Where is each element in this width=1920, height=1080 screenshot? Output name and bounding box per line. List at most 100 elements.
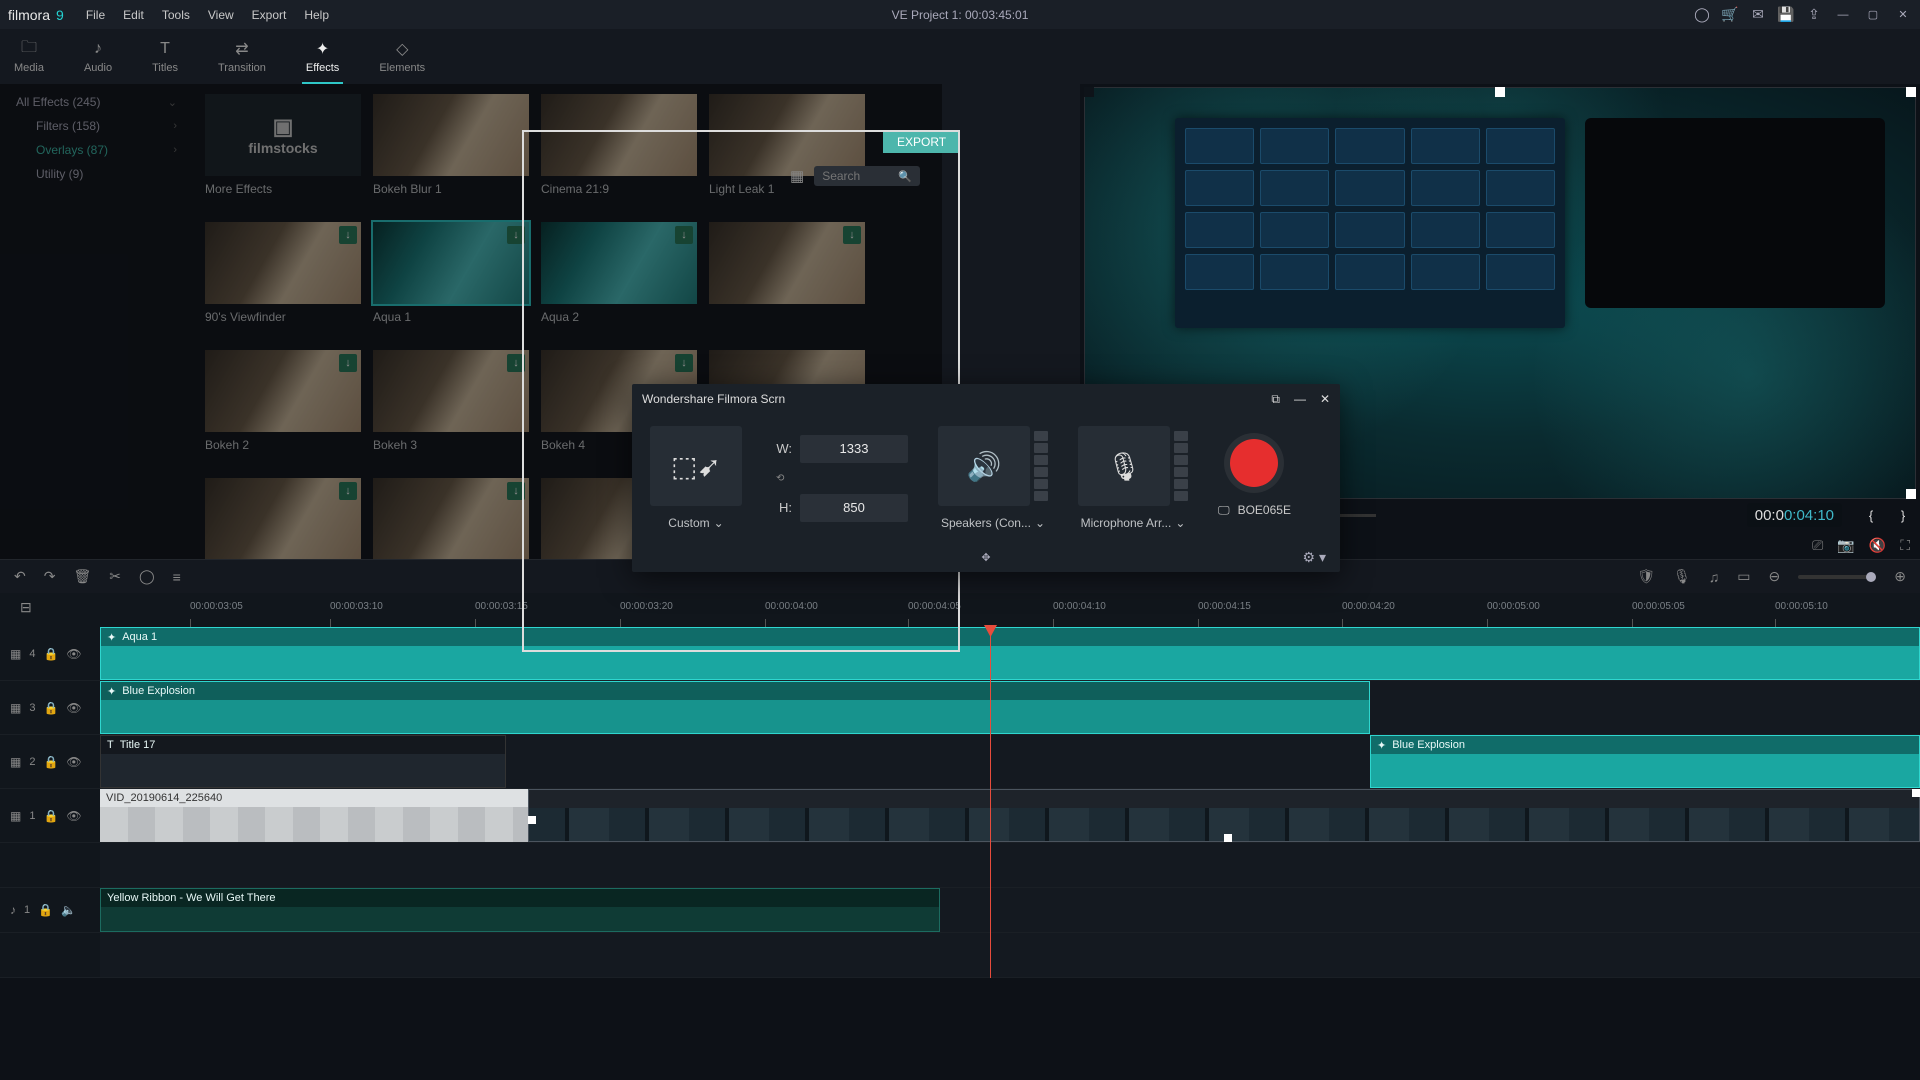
module-audio[interactable]: ♪Audio bbox=[78, 35, 118, 78]
speakers-dropdown[interactable]: Speakers (Con...⌄ bbox=[941, 516, 1045, 530]
menu-edit[interactable]: Edit bbox=[123, 8, 144, 22]
clip-blue-explosion-2[interactable]: ✦Blue Explosion bbox=[1370, 735, 1920, 788]
delete-button[interactable]: 🗑 bbox=[73, 568, 91, 585]
clip-title17[interactable]: TTitle 17 bbox=[100, 735, 506, 788]
speaker-icon[interactable]: 🔊 bbox=[938, 426, 1030, 506]
clip-vid-light[interactable]: VID_20190614_225640 bbox=[100, 789, 528, 842]
adjust-button[interactable]: ≡ bbox=[173, 569, 181, 585]
lock-icon[interactable]: 🔒 bbox=[43, 809, 58, 823]
resize-handle[interactable] bbox=[1906, 87, 1916, 97]
effect-card[interactable]: ↓Aqua 2 bbox=[541, 222, 697, 340]
eye-icon[interactable]: ▦ bbox=[10, 755, 21, 769]
track-body[interactable]: VID_20190614_225640 bbox=[100, 789, 1920, 842]
lock-icon[interactable]: 🔒 bbox=[38, 903, 53, 917]
voiceover-icon[interactable]: 🎙 bbox=[1673, 568, 1691, 585]
close-icon[interactable]: ✕ bbox=[1894, 6, 1912, 24]
upload-icon[interactable]: ⇪ bbox=[1806, 7, 1822, 23]
side-utility[interactable]: Utility (9) bbox=[2, 162, 191, 186]
microphone-icon[interactable]: 🎙 bbox=[1078, 426, 1170, 506]
note-icon[interactable]: ♪ bbox=[10, 903, 16, 917]
effect-card[interactable]: ↓ bbox=[205, 478, 361, 559]
eye-icon[interactable]: ▦ bbox=[10, 701, 21, 715]
menu-tools[interactable]: Tools bbox=[162, 8, 190, 22]
undo-button[interactable]: ↶ bbox=[14, 568, 26, 585]
clip-vid-main[interactable] bbox=[528, 789, 1920, 842]
display-device[interactable]: 🖵 BOE065E bbox=[1218, 503, 1291, 518]
download-icon[interactable]: ↓ bbox=[339, 354, 357, 372]
playhead[interactable] bbox=[990, 627, 991, 978]
effect-card[interactable]: ▣filmstocksMore Effects bbox=[205, 94, 361, 212]
mic-dropdown[interactable]: Microphone Arr...⌄ bbox=[1081, 516, 1186, 530]
clip-aqua1[interactable]: ✦Aqua 1 bbox=[100, 627, 1920, 680]
module-media[interactable]: 🗀Media bbox=[8, 35, 50, 78]
capture-region-icon[interactable]: ⬚➹ bbox=[650, 426, 742, 506]
account-icon[interactable]: ◯ bbox=[1694, 7, 1710, 23]
visibility-icon[interactable]: 👁 bbox=[66, 647, 81, 661]
effect-card[interactable]: ↓Bokeh 2 bbox=[205, 350, 361, 468]
side-overlays[interactable]: Overlays (87)› bbox=[2, 138, 191, 162]
minimize-icon[interactable]: — bbox=[1294, 392, 1306, 406]
track-body[interactable]: TTitle 17 ✦Blue Explosion bbox=[100, 735, 1920, 788]
effect-card[interactable]: ↓ bbox=[709, 222, 865, 340]
track-body[interactable]: ✦Aqua 1 bbox=[100, 627, 1920, 680]
effect-card[interactable]: Cinema 21:9 bbox=[541, 94, 697, 212]
lock-icon[interactable]: 🔒 bbox=[43, 701, 58, 715]
render-preview-icon[interactable]: ▭ bbox=[1737, 568, 1750, 585]
mixer-icon[interactable]: ♫ bbox=[1709, 569, 1720, 585]
clip-audio[interactable]: Yellow Ribbon - We Will Get There bbox=[100, 888, 940, 932]
redo-button[interactable]: ↷ bbox=[44, 568, 56, 585]
eye-icon[interactable]: ▦ bbox=[10, 647, 21, 661]
zoom-out-icon[interactable]: ⊖ bbox=[1769, 568, 1781, 585]
scrn-titlebar[interactable]: Wondershare Filmora Scrn ⧉ — ✕ bbox=[632, 384, 1340, 414]
render-icon[interactable]: ⎚ bbox=[1812, 537, 1823, 554]
track-body[interactable] bbox=[100, 933, 1920, 977]
effect-card[interactable]: ↓ bbox=[373, 478, 529, 559]
visibility-icon[interactable]: 👁 bbox=[66, 701, 81, 715]
link-dimensions-icon[interactable]: ⟲ bbox=[772, 473, 908, 484]
fullscreen-icon[interactable]: ⛶ bbox=[1900, 537, 1910, 554]
split-button[interactable]: ✂ bbox=[109, 568, 121, 585]
track-body[interactable]: ✦Blue Explosion bbox=[100, 681, 1920, 734]
snapshot-icon[interactable]: 📷 bbox=[1837, 537, 1854, 554]
trim-handle[interactable] bbox=[528, 816, 536, 824]
effect-card[interactable]: Light Leak 1 bbox=[709, 94, 865, 212]
shield-icon[interactable]: 🛡 bbox=[1637, 568, 1655, 585]
lock-icon[interactable]: 🔒 bbox=[43, 755, 58, 769]
mark-out-button[interactable]: } bbox=[1894, 508, 1912, 523]
download-icon[interactable]: ↓ bbox=[507, 226, 525, 244]
download-icon[interactable]: ↓ bbox=[675, 226, 693, 244]
mute-icon[interactable]: 🔈 bbox=[61, 903, 76, 917]
lock-icon[interactable]: 🔒 bbox=[43, 647, 58, 661]
resize-handle[interactable] bbox=[1495, 87, 1505, 97]
timeline-options-icon[interactable]: ⊟ bbox=[20, 599, 32, 616]
record-button[interactable] bbox=[1230, 439, 1278, 487]
search-icon[interactable]: 🔍 bbox=[898, 170, 912, 183]
effect-card[interactable]: ↓Bokeh 3 bbox=[373, 350, 529, 468]
trim-handle[interactable] bbox=[1224, 834, 1232, 842]
maximize-icon[interactable]: ▢ bbox=[1864, 6, 1882, 24]
zoom-in-icon[interactable]: ⊕ bbox=[1894, 568, 1906, 585]
menu-export[interactable]: Export bbox=[252, 8, 287, 22]
close-icon[interactable]: ✕ bbox=[1320, 392, 1330, 406]
mark-in-button[interactable]: { bbox=[1862, 508, 1880, 523]
save-icon[interactable]: 💾 bbox=[1778, 7, 1794, 23]
visibility-icon[interactable]: 👁 bbox=[66, 809, 81, 823]
height-input[interactable] bbox=[800, 494, 908, 522]
module-transition[interactable]: ⇄Transition bbox=[212, 35, 272, 78]
visibility-icon[interactable]: 👁 bbox=[66, 755, 81, 769]
track-body[interactable]: Yellow Ribbon - We Will Get There bbox=[100, 888, 1920, 932]
time-ruler[interactable]: ⊟ 00:00:03:0500:00:03:1000:00:03:1500:00… bbox=[0, 593, 1920, 627]
module-titles[interactable]: TTitles bbox=[146, 35, 184, 78]
side-filters[interactable]: Filters (158)› bbox=[2, 114, 191, 138]
message-icon[interactable]: ✉ bbox=[1750, 7, 1766, 23]
export-button[interactable]: EXPORT bbox=[883, 131, 960, 153]
menu-help[interactable]: Help bbox=[304, 8, 329, 22]
download-icon[interactable]: ↓ bbox=[339, 482, 357, 500]
marker-button[interactable]: ◯ bbox=[139, 568, 155, 585]
search-input[interactable] bbox=[822, 169, 892, 183]
trim-handle[interactable] bbox=[1912, 789, 1920, 797]
width-input[interactable] bbox=[800, 435, 908, 463]
download-icon[interactable]: ↓ bbox=[507, 354, 525, 372]
side-all-effects[interactable]: All Effects (245)⌄ bbox=[2, 90, 191, 114]
grid-view-icon[interactable]: ▦ bbox=[790, 167, 804, 185]
